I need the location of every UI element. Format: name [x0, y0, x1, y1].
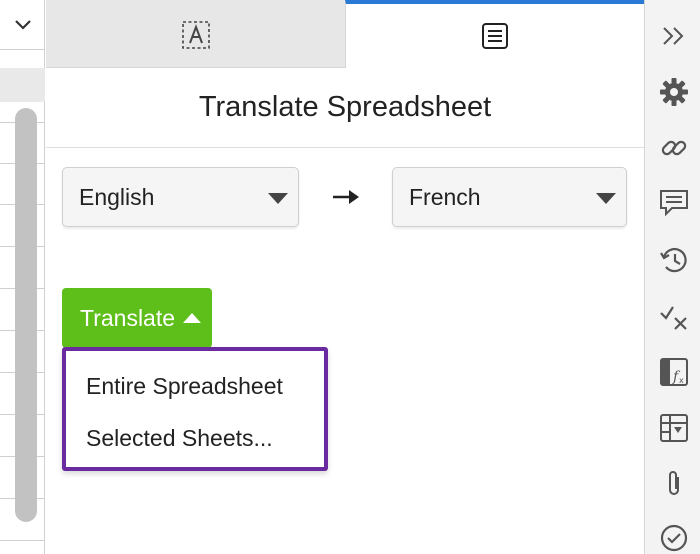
function-icon: f x [660, 358, 688, 386]
target-language-select[interactable]: French [392, 167, 627, 227]
attachments-button[interactable] [658, 468, 690, 500]
table-dropdown-icon [660, 414, 688, 442]
check-circle-icon [660, 524, 688, 552]
right-icon-rail: f x [644, 0, 700, 554]
gridline [0, 540, 45, 541]
text-box-icon [181, 21, 210, 49]
comments-button[interactable] [658, 187, 690, 219]
menu-item-entire-spreadsheet[interactable]: Entire Spreadsheet [86, 373, 283, 400]
spellcheck-button[interactable] [658, 300, 690, 332]
document-list-icon [482, 23, 508, 49]
link-icon [661, 140, 687, 156]
function-button[interactable]: f x [658, 356, 690, 388]
caret-up-icon [183, 313, 202, 323]
header-row [0, 68, 45, 102]
menu-item-selected-sheets[interactable]: Selected Sheets... [86, 425, 273, 452]
translate-button-label: Translate [80, 304, 176, 331]
double-chevron-right-icon [663, 27, 684, 45]
tab-document[interactable] [345, 0, 644, 68]
translate-button[interactable]: Translate [62, 288, 212, 348]
chevron-down-icon [14, 19, 31, 30]
settings-button[interactable] [658, 76, 690, 108]
target-language-value: French [409, 183, 481, 210]
sheet-strip [0, 0, 45, 554]
paperclip-icon [669, 471, 679, 495]
sheet-dropdown[interactable] [0, 0, 45, 50]
vertical-scrollbar[interactable] [15, 108, 37, 522]
source-language-value: English [79, 183, 155, 210]
page-title: Translate Spreadsheet [46, 68, 644, 148]
translate-panel: Translate Spreadsheet English French Tra… [46, 0, 644, 554]
arrow-right-icon [333, 190, 359, 204]
svg-text:x: x [679, 376, 684, 385]
gear-icon [660, 78, 688, 106]
source-language-select[interactable]: English [62, 167, 299, 227]
approvals-button[interactable] [658, 522, 690, 554]
history-button[interactable] [658, 244, 690, 276]
comment-icon [660, 190, 688, 217]
caret-down-icon [596, 193, 616, 204]
check-x-icon [660, 306, 687, 330]
link-button[interactable] [658, 132, 690, 164]
history-icon [660, 248, 687, 273]
translate-menu: Entire Spreadsheet Selected Sheets... [62, 347, 328, 471]
caret-down-icon [268, 193, 288, 204]
table-button[interactable] [658, 412, 690, 444]
tab-bar [46, 0, 644, 68]
tab-text-format[interactable] [46, 0, 345, 68]
collapse-panel-button[interactable] [658, 20, 690, 52]
